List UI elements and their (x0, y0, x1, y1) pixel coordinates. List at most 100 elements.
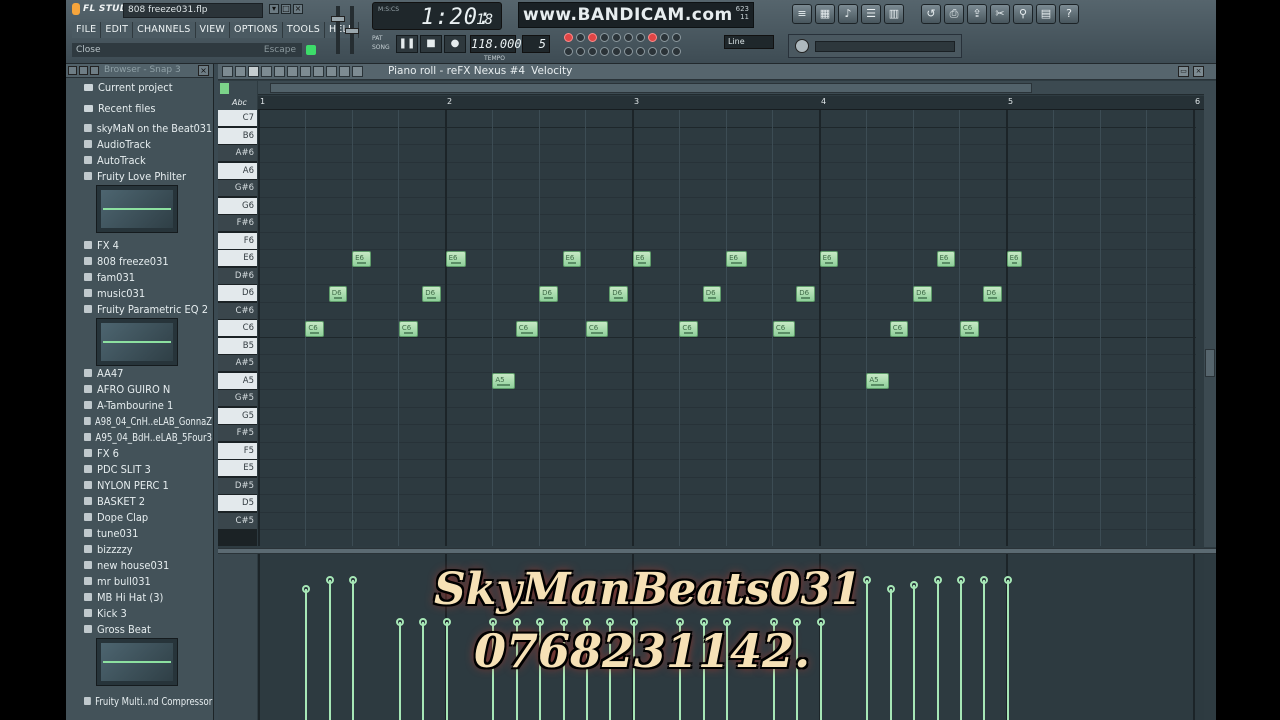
piano-key[interactable]: G#6 (218, 180, 257, 197)
mode-song-label[interactable]: SONG (372, 44, 390, 51)
menu-tools[interactable]: TOOLS (282, 22, 325, 38)
piano-key[interactable]: F6 (218, 232, 257, 250)
piano-key[interactable]: F5 (218, 442, 257, 460)
option-dot-icon-8[interactable] (564, 47, 573, 56)
note[interactable]: E6 (352, 250, 371, 267)
vscroll-thumb[interactable] (1205, 349, 1215, 377)
browser-item[interactable]: AFRO GUIRO N (84, 382, 170, 398)
note[interactable]: D6 (913, 285, 932, 302)
pause-button[interactable]: ❚❚ (396, 35, 418, 53)
note[interactable]: E6 (1006, 250, 1022, 267)
note[interactable]: E6 (562, 250, 582, 267)
browser-close-icon[interactable]: × (198, 65, 209, 76)
browser-item[interactable]: A98_04_CnH..eLAB_GonnaZ (84, 414, 212, 430)
save-icon[interactable]: ⎙ (944, 4, 964, 24)
slice-tool-icon[interactable] (300, 66, 311, 77)
snap-select[interactable]: Line (724, 35, 774, 49)
record-button[interactable]: ● (444, 35, 466, 53)
delete-tool-icon[interactable] (274, 66, 285, 77)
note[interactable]: D6 (796, 285, 815, 302)
master-volume-slider[interactable] (331, 6, 345, 54)
menu-file[interactable]: FILE (72, 22, 102, 38)
velocity-handle[interactable] (1003, 576, 1012, 585)
note[interactable]: A5 (866, 373, 889, 389)
velocity-handle[interactable] (395, 617, 404, 626)
plugin-thumbnail[interactable] (96, 638, 178, 686)
option-dot-icon-7[interactable] (672, 33, 681, 42)
select-tool-icon[interactable] (313, 66, 324, 77)
note[interactable]: E6 (445, 250, 467, 267)
option-dot-icon-3[interactable] (612, 33, 621, 42)
keyboard-toggle-icon[interactable] (220, 83, 229, 94)
piano-key[interactable]: D#5 (218, 477, 257, 495)
velocity-stem[interactable] (959, 580, 962, 720)
velocity-stem[interactable] (328, 580, 331, 720)
velocity-stem[interactable] (889, 588, 892, 720)
option-dot-icon-9[interactable] (576, 47, 585, 56)
piano-key[interactable]: B5 (218, 337, 257, 355)
pr-magnet-icon[interactable] (235, 66, 246, 77)
note[interactable]: C6 (959, 320, 979, 337)
velocity-handle[interactable] (302, 584, 311, 593)
note[interactable]: D6 (702, 285, 722, 302)
menu-view[interactable]: VIEW (195, 22, 231, 38)
browser-item[interactable]: bizzzzy (84, 542, 133, 558)
browser-item[interactable]: Dope Clap (84, 510, 148, 526)
step-sequencer-icon[interactable]: ▦ (815, 4, 835, 24)
velocity-handle[interactable] (933, 576, 942, 585)
velocity-stem[interactable] (1006, 580, 1009, 720)
undo-icon[interactable]: ↺ (921, 4, 941, 24)
velocity-stem[interactable] (983, 580, 986, 720)
browser-back-icon[interactable] (79, 66, 88, 75)
note[interactable]: C6 (889, 320, 909, 337)
browser-item[interactable]: FX 4 (84, 238, 119, 254)
option-dot-icon-11[interactable] (600, 47, 609, 56)
browser-item[interactable]: AutoTrack (84, 153, 146, 169)
pr-menu-icon[interactable] (222, 66, 233, 77)
browser-item[interactable]: tune031 (84, 526, 138, 542)
note[interactable]: C6 (305, 320, 325, 337)
note-grid[interactable]: C6 D6 E6 C6 D6 E6 A5 C6 D6 E6 C6 D6 E6 C6 D6 E6 C6 D6 E6 A5… (258, 110, 1196, 546)
restore-icon[interactable]: □ (281, 4, 291, 14)
note[interactable]: D6 (983, 285, 1002, 302)
browser-item[interactable]: 808 freeze031 (84, 254, 169, 270)
velocity-stem[interactable] (422, 621, 425, 720)
note[interactable]: C6 (398, 320, 418, 337)
piano-key[interactable]: D5 (218, 495, 257, 512)
record-dot-icon-3[interactable] (648, 33, 657, 42)
option-dot-icon-10[interactable] (588, 47, 597, 56)
mixer-icon[interactable]: ▥ (884, 4, 904, 24)
note-names-toggle[interactable]: Abc (232, 98, 247, 107)
option-dot-icon-14[interactable] (636, 47, 645, 56)
note[interactable]: E6 (936, 250, 956, 267)
browser-item[interactable]: Fruity Love Philter (84, 169, 186, 185)
menu-options[interactable]: OPTIONS (230, 22, 283, 38)
browser-item[interactable]: mr bull031 (84, 574, 151, 590)
note[interactable]: D6 (539, 285, 558, 302)
velocity-handle[interactable] (886, 584, 895, 593)
option-dot-icon-6[interactable] (660, 33, 669, 42)
timeline-ruler[interactable]: 1 2 3 4 5 6 (258, 96, 1204, 110)
piano-key[interactable]: F#5 (218, 425, 257, 442)
velocity-handle[interactable] (419, 617, 428, 626)
pr-close-icon[interactable]: × (1193, 66, 1204, 77)
velocity-stem[interactable] (936, 580, 939, 720)
record-dot-icon[interactable] (564, 33, 573, 42)
velocity-handle[interactable] (325, 576, 334, 585)
playlist-icon[interactable]: ≡ (792, 4, 812, 24)
minimize-icon[interactable]: ▾ (269, 4, 279, 14)
browser-item[interactable]: A95_04_BdH..eLAB_5Four3 (84, 430, 212, 446)
note[interactable]: C6 (772, 320, 796, 337)
browser-item[interactable]: PDC SLIT 3 (84, 462, 151, 478)
velocity-stem[interactable] (398, 621, 401, 720)
browser-forward-icon[interactable] (90, 66, 99, 75)
option-dot-icon[interactable] (576, 33, 585, 42)
menu-channels[interactable]: CHANNELS (133, 22, 196, 38)
plugin-thumbnail[interactable] (96, 318, 178, 366)
option-dot-icon-5[interactable] (636, 33, 645, 42)
piano-key[interactable]: F#6 (218, 215, 257, 232)
vertical-scrollbar[interactable] (1204, 81, 1216, 547)
help-icon[interactable]: ? (1059, 4, 1079, 24)
browser-item[interactable]: Kick 3 (84, 606, 127, 622)
browser-item[interactable]: skyMaN on the Beat031 (84, 121, 212, 137)
